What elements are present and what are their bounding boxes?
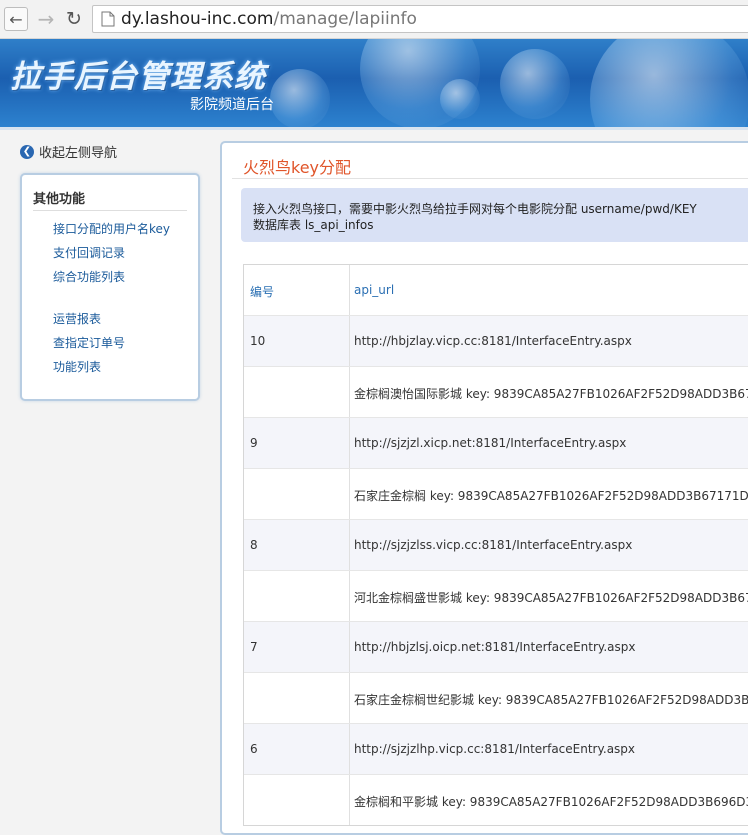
sidebar-item-function-list[interactable]: 功能列表	[53, 358, 101, 375]
table-row: 金棕榈澳怡国际影城 key: 9839CA85A27FB1026AF2F52D9…	[244, 366, 748, 417]
table-row: 6 http://sjzjzlhp.vicp.cc:8181/Interface…	[244, 723, 748, 774]
table-row: 石家庄金棕榈世纪影城 key: 9839CA85A27FB1026AF2F52D…	[244, 672, 748, 723]
page-title: 火烈鸟key分配	[243, 158, 352, 177]
sidebar-heading: 其他功能	[33, 192, 86, 207]
table-row: 石家庄金棕榈 key: 9839CA85A27FB1026AF2F52D98AD…	[244, 468, 748, 519]
row-id: 8	[250, 538, 258, 552]
table-header-row: 编号 api_url	[244, 265, 748, 315]
row-cinema-key: 石家庄金棕榈世纪影城 key: 9839CA85A27FB1026AF2F52D…	[354, 693, 748, 707]
collapse-sidebar-label: 收起左侧导航	[39, 146, 118, 161]
column-header-id[interactable]: 编号	[250, 283, 274, 300]
row-id: 9	[250, 436, 258, 450]
table-row: 7 http://hbjzlsj.oicp.net:8181/Interface…	[244, 621, 748, 672]
system-subtitle: 影院频道后台	[190, 97, 274, 113]
sidebar-item-payment-callbacks[interactable]: 支付回调记录	[53, 244, 125, 261]
address-bar[interactable]: dy.lashou-inc.com/manage/lapiinfo	[92, 5, 748, 33]
row-cinema-key: 河北金棕榈盛世影城 key: 9839CA85A27FB1026AF2F52D9…	[354, 591, 748, 605]
back-arrow-icon[interactable]: ←	[4, 7, 28, 31]
divider	[232, 178, 748, 179]
sidebar-panel: 其他功能 接口分配的用户名key 支付回调记录 综合功能列表 运营报表 查指定订…	[20, 173, 200, 401]
main-panel: 火烈鸟key分配 接入火烈鸟接口，需要中影火烈鸟给拉手网对每个电影院分配 use…	[220, 141, 748, 835]
sidebar-item-order-lookup[interactable]: 查指定订单号	[53, 334, 125, 351]
row-id: 10	[250, 334, 266, 348]
table-row: 9 http://sjzjzl.xicp.net:8181/InterfaceE…	[244, 417, 748, 468]
sidebar-item-function-list-combined[interactable]: 综合功能列表	[53, 268, 125, 285]
sidebar-item-api-keys[interactable]: 接口分配的用户名key	[53, 220, 170, 237]
row-cinema-key: 石家庄金棕榈 key: 9839CA85A27FB1026AF2F52D98AD…	[354, 489, 748, 503]
row-id: 7	[250, 640, 258, 654]
column-header-api-url[interactable]: api_url	[354, 283, 394, 297]
system-title: 拉手后台管理系统	[10, 59, 266, 95]
header-banner: 拉手后台管理系统 影院频道后台	[0, 39, 748, 127]
collapse-sidebar-link[interactable]: ❮ 收起左侧导航	[20, 142, 117, 161]
banner-divider	[0, 127, 748, 130]
notice-line-1: 接入火烈鸟接口，需要中影火烈鸟给拉手网对每个电影院分配 username/pwd…	[253, 202, 697, 216]
table-row: 河北金棕榈盛世影城 key: 9839CA85A27FB1026AF2F52D9…	[244, 570, 748, 621]
row-api-url: http://hbjzlsj.oicp.net:8181/InterfaceEn…	[354, 640, 636, 654]
table-row: 10 http://hbjzlay.vicp.cc:8181/Interface…	[244, 315, 748, 366]
notice-line-2: 数据库表 ls_api_infos	[253, 218, 374, 232]
row-api-url: http://hbjzlay.vicp.cc:8181/InterfaceEnt…	[354, 334, 632, 348]
url-path: /manage/lapiinfo	[273, 9, 417, 29]
info-notice: 接入火烈鸟接口，需要中影火烈鸟给拉手网对每个电影院分配 username/pwd…	[241, 188, 748, 242]
divider	[33, 210, 187, 211]
table-row: 8 http://sjzjzlss.vicp.cc:8181/Interface…	[244, 519, 748, 570]
row-cinema-key: 金棕榈澳怡国际影城 key: 9839CA85A27FB1026AF2F52D9…	[354, 387, 748, 401]
row-cinema-key: 金棕榈和平影城 key: 9839CA85A27FB1026AF2F52D98A…	[354, 795, 748, 809]
sidebar-item-ops-report[interactable]: 运营报表	[53, 310, 101, 327]
url-host: dy.lashou-inc.com	[121, 9, 274, 29]
reload-icon[interactable]: ↻	[62, 7, 86, 31]
api-info-table: 编号 api_url 10 http://hbjzlay.vicp.cc:818…	[243, 264, 748, 826]
page-icon	[101, 11, 115, 27]
row-api-url: http://sjzjzl.xicp.net:8181/InterfaceEnt…	[354, 436, 627, 450]
browser-toolbar: ← → ↻ dy.lashou-inc.com/manage/lapiinfo	[0, 0, 748, 39]
row-id: 6	[250, 742, 258, 756]
chevron-left-icon: ❮	[20, 144, 34, 159]
row-api-url: http://sjzjzlhp.vicp.cc:8181/InterfaceEn…	[354, 742, 636, 756]
table-row: 金棕榈和平影城 key: 9839CA85A27FB1026AF2F52D98A…	[244, 774, 748, 825]
row-api-url: http://sjzjzlss.vicp.cc:8181/InterfaceEn…	[354, 538, 633, 552]
forward-arrow-icon[interactable]: →	[34, 7, 58, 31]
